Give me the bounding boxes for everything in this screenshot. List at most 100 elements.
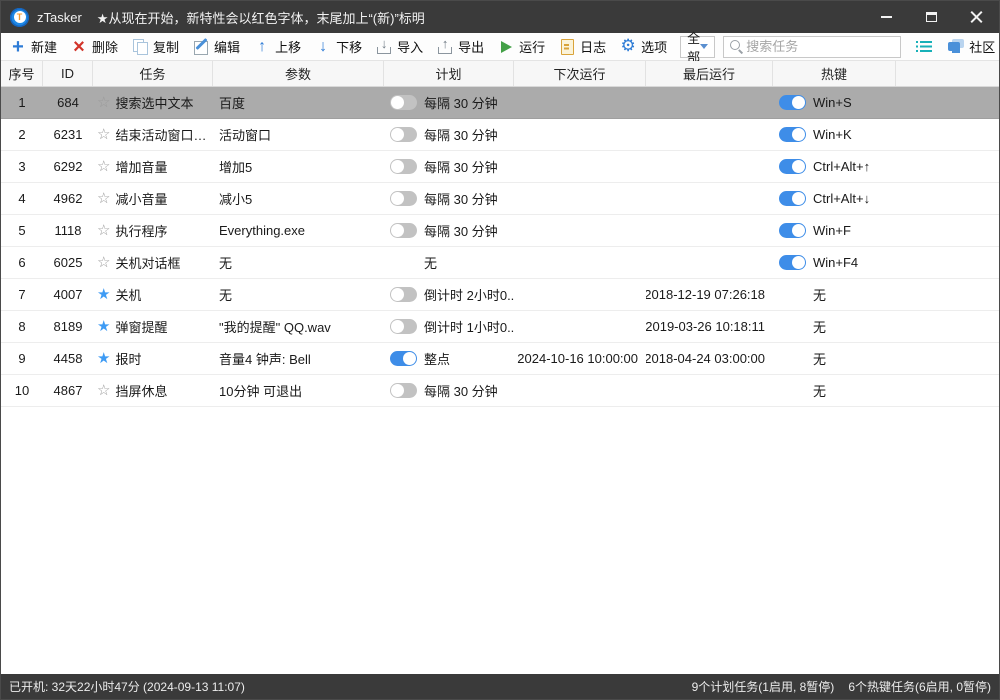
view-list-button[interactable] bbox=[915, 38, 933, 55]
column-header-1[interactable]: ID bbox=[43, 61, 93, 86]
hotkey-toggle-knob bbox=[792, 160, 805, 173]
cell-task: ★报时 bbox=[93, 343, 213, 374]
favorite-star-icon[interactable]: ★ bbox=[97, 287, 110, 302]
up-button[interactable]: 上移 bbox=[253, 37, 301, 56]
copy-button[interactable]: 复制 bbox=[131, 37, 179, 56]
cell-filler bbox=[896, 151, 999, 182]
cell-last-run bbox=[646, 87, 773, 118]
schedule-toggle[interactable] bbox=[390, 319, 417, 334]
hotkey-toggle[interactable] bbox=[779, 95, 806, 110]
table-row[interactable]: 66025☆关机对话框无无Win+F4 bbox=[1, 247, 999, 279]
close-button[interactable] bbox=[954, 1, 999, 33]
filter-dropdown[interactable]: 全部 bbox=[680, 36, 715, 58]
cell-last-run bbox=[646, 183, 773, 214]
schedule-text: 每隔 30 分钟 bbox=[424, 125, 498, 144]
run-label: 运行 bbox=[519, 37, 545, 56]
table-row[interactable]: 94458★报时音量4 钟声: Bell整点2024-10-16 10:00:0… bbox=[1, 343, 999, 375]
hotkey-text: 无 bbox=[813, 285, 826, 304]
cell-schedule: 整点 bbox=[384, 343, 514, 374]
column-header-4[interactable]: 计划 bbox=[384, 61, 514, 86]
column-header-5[interactable]: 下次运行 bbox=[514, 61, 646, 86]
edit-label: 编辑 bbox=[214, 37, 240, 56]
schedule-toggle[interactable] bbox=[390, 287, 417, 302]
schedule-toggle[interactable] bbox=[390, 383, 417, 398]
plus-button[interactable]: 新建 bbox=[9, 37, 57, 56]
cell-params: 减小5 bbox=[213, 183, 384, 214]
task-name: 挡屏休息 bbox=[115, 381, 167, 400]
cell-id: 6292 bbox=[43, 151, 93, 182]
table-row[interactable]: 74007★关机无倒计时 2小时0...2018-12-19 07:26:18无 bbox=[1, 279, 999, 311]
schedule-toggle[interactable] bbox=[390, 95, 417, 110]
schedule-toggle[interactable] bbox=[390, 351, 417, 366]
hotkey-toggle-knob bbox=[792, 96, 805, 109]
favorite-star-icon[interactable]: ☆ bbox=[97, 255, 110, 270]
schedule-toggle-knob bbox=[391, 224, 404, 237]
export-label: 导出 bbox=[458, 37, 484, 56]
column-header-filler bbox=[896, 61, 999, 86]
favorite-star-icon[interactable]: ★ bbox=[97, 351, 110, 366]
import-icon bbox=[375, 38, 393, 55]
import-button[interactable]: 导入 bbox=[375, 37, 423, 56]
run-icon bbox=[497, 38, 515, 55]
cell-hotkey: Win+F bbox=[773, 215, 896, 246]
schedule-toggle[interactable] bbox=[390, 223, 417, 238]
cell-last-run: 2018-12-19 07:26:18 bbox=[646, 279, 773, 310]
schedule-toggle[interactable] bbox=[390, 159, 417, 174]
cell-task: ☆增加音量 bbox=[93, 151, 213, 182]
cell-hotkey: Win+F4 bbox=[773, 247, 896, 278]
search-input[interactable] bbox=[746, 39, 896, 54]
schedule-toggle[interactable] bbox=[390, 127, 417, 142]
favorite-star-icon[interactable]: ☆ bbox=[97, 159, 110, 174]
hotkey-toggle[interactable] bbox=[779, 255, 806, 270]
run-button[interactable]: 运行 bbox=[497, 37, 545, 56]
hotkey-toggle[interactable] bbox=[779, 159, 806, 174]
favorite-star-icon[interactable]: ☆ bbox=[97, 191, 110, 206]
column-header-2[interactable]: 任务 bbox=[93, 61, 213, 86]
favorite-star-icon[interactable]: ★ bbox=[97, 319, 110, 334]
column-header-3[interactable]: 参数 bbox=[213, 61, 384, 86]
cell-id: 4458 bbox=[43, 343, 93, 374]
export-button[interactable]: 导出 bbox=[436, 37, 484, 56]
cell-hotkey: 无 bbox=[773, 343, 896, 374]
column-header-7[interactable]: 热键 bbox=[773, 61, 896, 86]
schedule-text: 倒计时 1小时0... bbox=[424, 317, 514, 336]
minimize-button[interactable] bbox=[864, 1, 909, 33]
table-row[interactable]: 44962☆减小音量减小5每隔 30 分钟Ctrl+Alt+↓ bbox=[1, 183, 999, 215]
hotkey-toggle[interactable] bbox=[779, 127, 806, 142]
favorite-star-icon[interactable]: ☆ bbox=[97, 383, 110, 398]
column-header-6[interactable]: 最后运行 bbox=[646, 61, 773, 86]
table-row[interactable]: 88189★弹窗提醒"我的提醒" QQ.wav倒计时 1小时0...2019-0… bbox=[1, 311, 999, 343]
cell-params: Everything.exe bbox=[213, 215, 384, 246]
favorite-star-icon[interactable]: ☆ bbox=[97, 95, 110, 110]
schedule-toggle-knob bbox=[391, 96, 404, 109]
table-row[interactable]: 26231☆结束活动窗口及...活动窗口每隔 30 分钟Win+K bbox=[1, 119, 999, 151]
table-row[interactable]: 104867☆挡屏休息10分钟 可退出每隔 30 分钟无 bbox=[1, 375, 999, 407]
table-row[interactable]: 51118☆执行程序Everything.exe每隔 30 分钟Win+F bbox=[1, 215, 999, 247]
schedule-toggle[interactable] bbox=[390, 191, 417, 206]
cell-schedule: 每隔 30 分钟 bbox=[384, 183, 514, 214]
table-row[interactable]: 1684☆搜索选中文本百度每隔 30 分钟Win+S bbox=[1, 87, 999, 119]
options-button[interactable]: 选项 bbox=[619, 37, 667, 56]
task-name: 关机对话框 bbox=[115, 253, 180, 272]
log-button[interactable]: 日志 bbox=[558, 37, 606, 56]
cell-schedule: 倒计时 1小时0... bbox=[384, 311, 514, 342]
hotkey-toggle[interactable] bbox=[779, 191, 806, 206]
task-name: 关机 bbox=[115, 285, 141, 304]
app-logo-letter: T bbox=[14, 11, 26, 23]
hotkey-text: Ctrl+Alt+↑ bbox=[813, 159, 870, 174]
table-row[interactable]: 36292☆增加音量增加5每隔 30 分钟Ctrl+Alt+↑ bbox=[1, 151, 999, 183]
delete-button[interactable]: 删除 bbox=[70, 37, 118, 56]
down-button[interactable]: 下移 bbox=[314, 37, 362, 56]
favorite-star-icon[interactable]: ☆ bbox=[97, 223, 110, 238]
hotkey-toggle[interactable] bbox=[779, 223, 806, 238]
community-button[interactable]: 社区 bbox=[947, 37, 995, 56]
edit-button[interactable]: 编辑 bbox=[192, 37, 240, 56]
schedule-toggle-knob bbox=[391, 320, 404, 333]
cell-filler bbox=[896, 343, 999, 374]
options-icon bbox=[619, 38, 637, 55]
column-header-0[interactable]: 序号 bbox=[1, 61, 43, 86]
maximize-button[interactable] bbox=[909, 1, 954, 33]
favorite-star-icon[interactable]: ☆ bbox=[97, 127, 110, 142]
schedule-toggle-knob bbox=[391, 384, 404, 397]
cell-filler bbox=[896, 183, 999, 214]
